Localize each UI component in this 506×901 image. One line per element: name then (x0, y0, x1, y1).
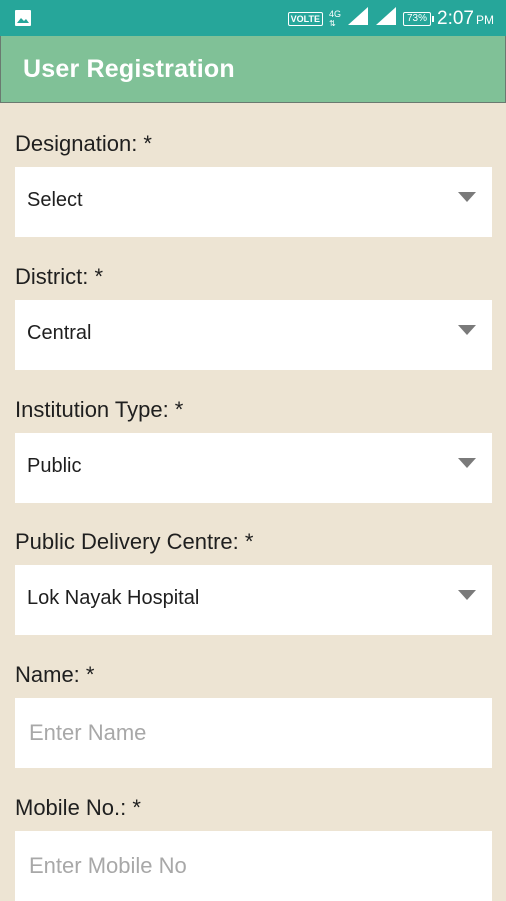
mobile-label: Mobile No.: * (15, 795, 141, 820)
institution-type-dropdown[interactable]: Public (15, 433, 492, 503)
institution-type-value: Public (27, 455, 82, 477)
designation-label: Designation: * (15, 131, 152, 156)
delivery-centre-value: Lok Nayak Hospital (27, 587, 200, 609)
app-bar: User Registration (0, 36, 506, 103)
image-icon (14, 9, 32, 32)
district-dropdown[interactable]: Central (15, 300, 492, 370)
district-value: Central (27, 322, 92, 344)
mobile-field[interactable] (15, 831, 492, 901)
network-type: 4G ⇅ (328, 8, 341, 28)
chevron-down-icon (458, 587, 476, 605)
clock: 2:07 PM (437, 7, 494, 29)
chevron-down-icon (458, 189, 476, 207)
signal-icon (347, 6, 369, 31)
name-field[interactable] (15, 698, 492, 768)
institution-type-label: Institution Type: * (15, 397, 184, 422)
designation-dropdown[interactable]: Select (15, 167, 492, 237)
designation-value: Select (27, 189, 83, 211)
chevron-down-icon (458, 322, 476, 340)
mobile-field-container (15, 831, 492, 901)
delivery-centre-label: Public Delivery Centre: * (15, 529, 254, 554)
battery-icon: 73% (403, 11, 435, 26)
volte-badge: VOLTE (287, 11, 323, 26)
name-field-container (15, 698, 492, 768)
name-label: Name: * (15, 662, 95, 687)
delivery-centre-dropdown[interactable]: Lok Nayak Hospital (15, 565, 492, 635)
signal-icon (375, 6, 397, 31)
chevron-down-icon (458, 455, 476, 473)
status-bar: VOLTE 4G ⇅ 73% 2:07 PM (0, 0, 506, 36)
district-label: District: * (15, 264, 103, 289)
page-title: User Registration (23, 54, 235, 83)
